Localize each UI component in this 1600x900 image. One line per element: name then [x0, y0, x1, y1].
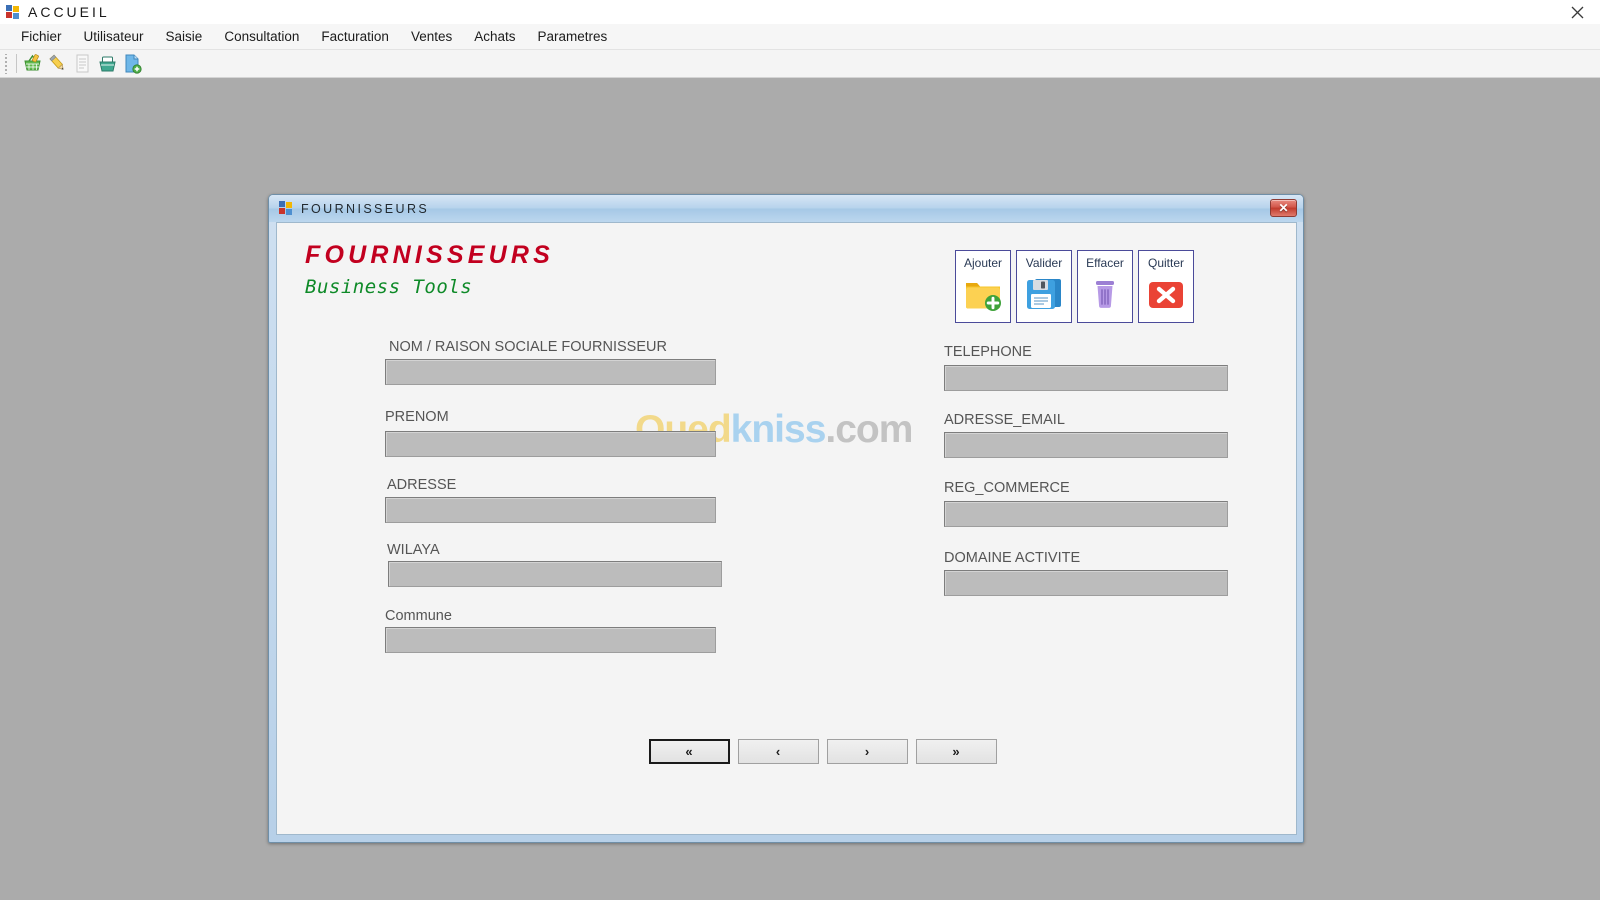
- menu-item-ventes[interactable]: Ventes: [400, 26, 463, 47]
- effacer-button[interactable]: Effacer: [1077, 250, 1133, 323]
- menu-item-fichier[interactable]: Fichier: [10, 26, 73, 47]
- valider-button[interactable]: Valider: [1016, 250, 1072, 323]
- main-window-close-button[interactable]: [1554, 0, 1600, 24]
- dialog-close-button[interactable]: ✕: [1270, 199, 1297, 217]
- app-squares-icon: [6, 4, 21, 20]
- label-adresse: ADRESSE: [387, 477, 457, 493]
- basket-icon: [99, 56, 116, 72]
- toolbar: [0, 50, 1600, 78]
- dialog-titlebar: FOURNISSEURS ✕: [269, 195, 1303, 222]
- brand-subtitle: Business Tools: [305, 276, 473, 298]
- menubar: Fichier Utilisateur Saisie Consultation …: [0, 24, 1600, 50]
- input-commune[interactable]: [385, 627, 716, 653]
- input-telephone[interactable]: [944, 365, 1228, 391]
- menu-item-saisie[interactable]: Saisie: [155, 26, 214, 47]
- menu-item-utilisateur[interactable]: Utilisateur: [73, 26, 155, 47]
- input-wilaya[interactable]: [388, 561, 722, 587]
- trash-icon: [1085, 274, 1125, 314]
- menu-item-consultation[interactable]: Consultation: [213, 26, 310, 47]
- fournisseurs-dialog: FOURNISSEURS ✕ FOURNISSEURS Business Too…: [268, 194, 1304, 843]
- label-nom-raison-sociale-fournisseur: NOM / RAISON SOCIALE FOURNISSEUR: [389, 339, 667, 355]
- dialog-title: FOURNISSEURS: [301, 201, 430, 216]
- label-commune: Commune: [385, 608, 452, 624]
- ajouter-label: Ajouter: [963, 256, 1003, 270]
- toolbar-button-pencil[interactable]: [45, 52, 70, 76]
- floppy-save-icon: [1024, 274, 1064, 314]
- input-adresse[interactable]: [385, 497, 716, 523]
- quitter-label: Quitter: [1147, 256, 1184, 270]
- document-add-icon: [125, 54, 142, 74]
- label-domaine-activite: DOMAINE ACTIVITE: [944, 550, 1081, 566]
- dialog-body: FOURNISSEURS Business Tools Ouedkniss.co…: [276, 222, 1297, 835]
- quitter-button[interactable]: Quitter: [1138, 250, 1194, 323]
- label-wilaya: WILAYA: [387, 542, 440, 558]
- record-navigation: « ‹ › »: [649, 739, 997, 764]
- toolbar-button-basket[interactable]: [95, 52, 120, 76]
- toolbar-button-basket-edit[interactable]: [20, 52, 45, 76]
- menu-item-achats[interactable]: Achats: [463, 26, 526, 47]
- document-list-icon: [76, 54, 89, 73]
- close-icon: ✕: [1278, 201, 1289, 215]
- red-close-icon: [1146, 274, 1186, 314]
- pencil-icon: [49, 54, 64, 70]
- folder-add-icon: [963, 274, 1003, 314]
- nav-first-button[interactable]: «: [649, 739, 730, 764]
- main-titlebar: ACCUEIL: [0, 0, 1600, 24]
- main-window-title: ACCUEIL: [28, 4, 110, 20]
- effacer-label: Effacer: [1086, 256, 1124, 270]
- mdi-client-area: FOURNISSEURS ✕ FOURNISSEURS Business Too…: [0, 78, 1600, 900]
- toolbar-grip[interactable]: [3, 53, 11, 74]
- label-prenom: PRENOM: [385, 409, 449, 425]
- label-telephone: TELEPHONE: [944, 344, 1032, 360]
- input-domaine-activite[interactable]: [944, 570, 1228, 596]
- input-nom-raison-sociale-fournisseur[interactable]: [385, 359, 716, 385]
- toolbar-button-document-list[interactable]: [70, 52, 95, 76]
- menu-item-parametres[interactable]: Parametres: [527, 26, 619, 47]
- input-prenom[interactable]: [385, 431, 716, 457]
- watermark-part2: kniss: [730, 408, 827, 451]
- app-squares-icon: [279, 201, 294, 216]
- watermark-part3: .com: [825, 408, 913, 451]
- toolbar-button-document-add[interactable]: [120, 52, 145, 76]
- menu-item-facturation[interactable]: Facturation: [310, 26, 400, 47]
- valider-label: Valider: [1025, 256, 1063, 270]
- ajouter-button[interactable]: Ajouter: [955, 250, 1011, 323]
- nav-last-button[interactable]: »: [916, 739, 997, 764]
- nav-previous-button[interactable]: ‹: [738, 739, 819, 764]
- toolbar-separator: [16, 54, 17, 73]
- close-icon: [1571, 6, 1583, 18]
- label-adresse-email: ADRESSE_EMAIL: [944, 412, 1065, 428]
- basket-edit-icon: [24, 54, 41, 71]
- brand-title: FOURNISSEURS: [305, 241, 555, 269]
- label-reg-commerce: REG_COMMERCE: [944, 480, 1070, 496]
- application-window: ACCUEIL Fichier Utilisateur Saisie Consu…: [0, 0, 1600, 900]
- input-adresse-email[interactable]: [944, 432, 1228, 458]
- action-button-group: Ajouter Valider Effacer Quitter: [955, 250, 1194, 323]
- nav-next-button[interactable]: ›: [827, 739, 908, 764]
- input-reg-commerce[interactable]: [944, 501, 1228, 527]
